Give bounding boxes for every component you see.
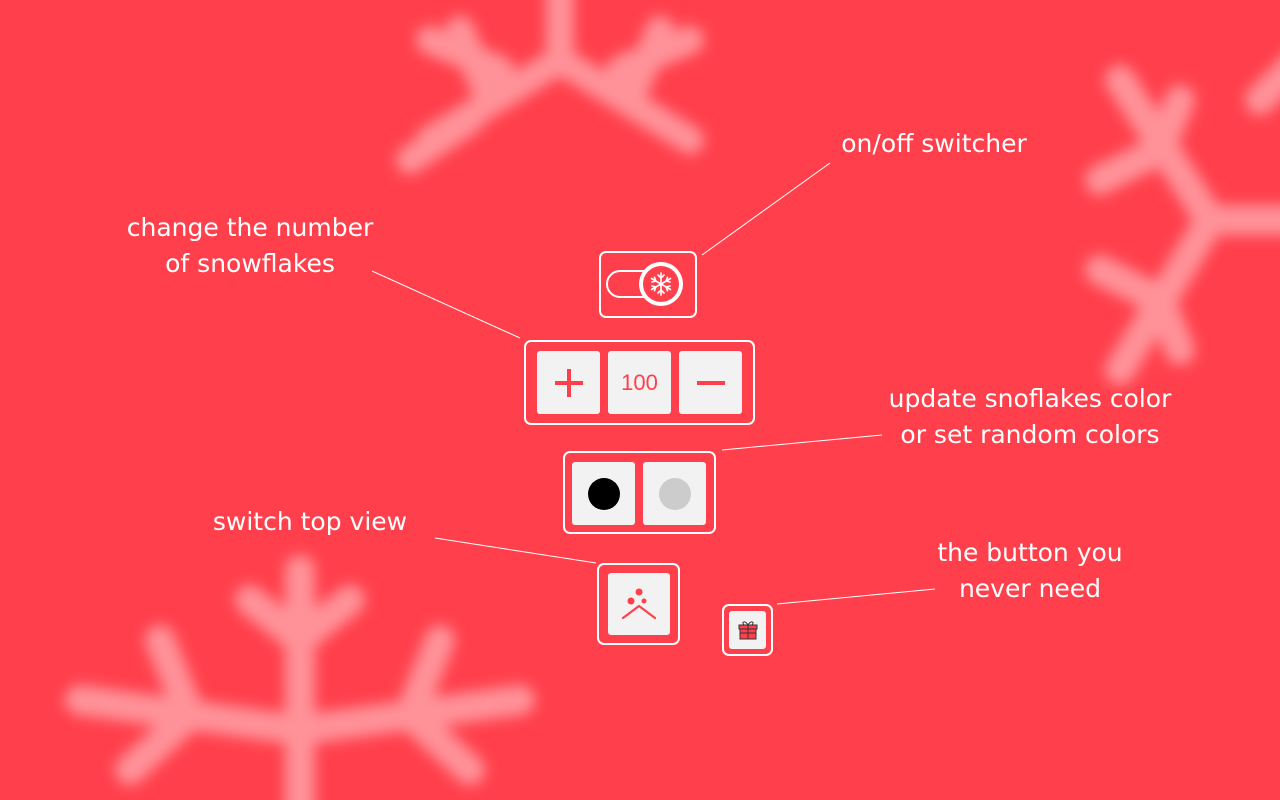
- annotation-gift-line1: the button you: [937, 538, 1123, 567]
- random-color-swatch: [658, 477, 691, 510]
- leader-gift: [776, 588, 936, 605]
- annotation-number-line1: change the number: [126, 213, 374, 242]
- annotation-onoff: on/off switcher: [825, 126, 1043, 162]
- snowflake-count-value: 100: [621, 369, 658, 395]
- gift-icon: [738, 621, 757, 640]
- snowflake-count-display: 100: [608, 351, 671, 414]
- annotation-number-line2: of snowflakes: [165, 249, 335, 278]
- leader-number: [371, 270, 521, 339]
- plus-icon: [554, 368, 583, 397]
- annotation-gift-line2: never need: [958, 574, 1102, 603]
- annotation-topview-text: switch top view: [212, 507, 408, 536]
- leader-color: [721, 434, 883, 451]
- annotation-color-line1: update snoflakes color: [888, 384, 1172, 413]
- onoff-switcher-frame: [599, 251, 697, 318]
- annotation-color: update snoflakes color or set random col…: [875, 381, 1185, 453]
- annotation-topview: switch top view: [195, 504, 425, 540]
- color-controls-frame: [563, 451, 716, 534]
- annotation-color-line2: or set random colors: [900, 420, 1160, 449]
- top-view-icon: [621, 588, 657, 620]
- annotation-gift: the button you never need: [920, 535, 1140, 607]
- gift-button[interactable]: [729, 611, 766, 649]
- onoff-switcher[interactable]: [601, 253, 695, 316]
- random-colors-button[interactable]: [643, 462, 706, 525]
- color-picker-button[interactable]: [572, 462, 635, 525]
- background-snowflake-bottom: [40, 540, 560, 800]
- top-view-frame: [597, 563, 680, 645]
- increase-count-button[interactable]: [537, 351, 600, 414]
- annotation-onoff-text: on/off switcher: [841, 129, 1027, 158]
- minus-icon: [696, 380, 725, 385]
- switch-top-view-button[interactable]: [608, 573, 670, 635]
- color-swatch: [587, 477, 620, 510]
- snowflake-icon: [650, 272, 672, 296]
- annotation-number: change the number of snowflakes: [110, 210, 390, 282]
- snowflake-count-frame: 100: [524, 340, 755, 425]
- toggle-knob: [639, 262, 683, 306]
- decrease-count-button[interactable]: [679, 351, 742, 414]
- gift-frame: [722, 604, 773, 656]
- background-snowflake-top: [370, 0, 750, 180]
